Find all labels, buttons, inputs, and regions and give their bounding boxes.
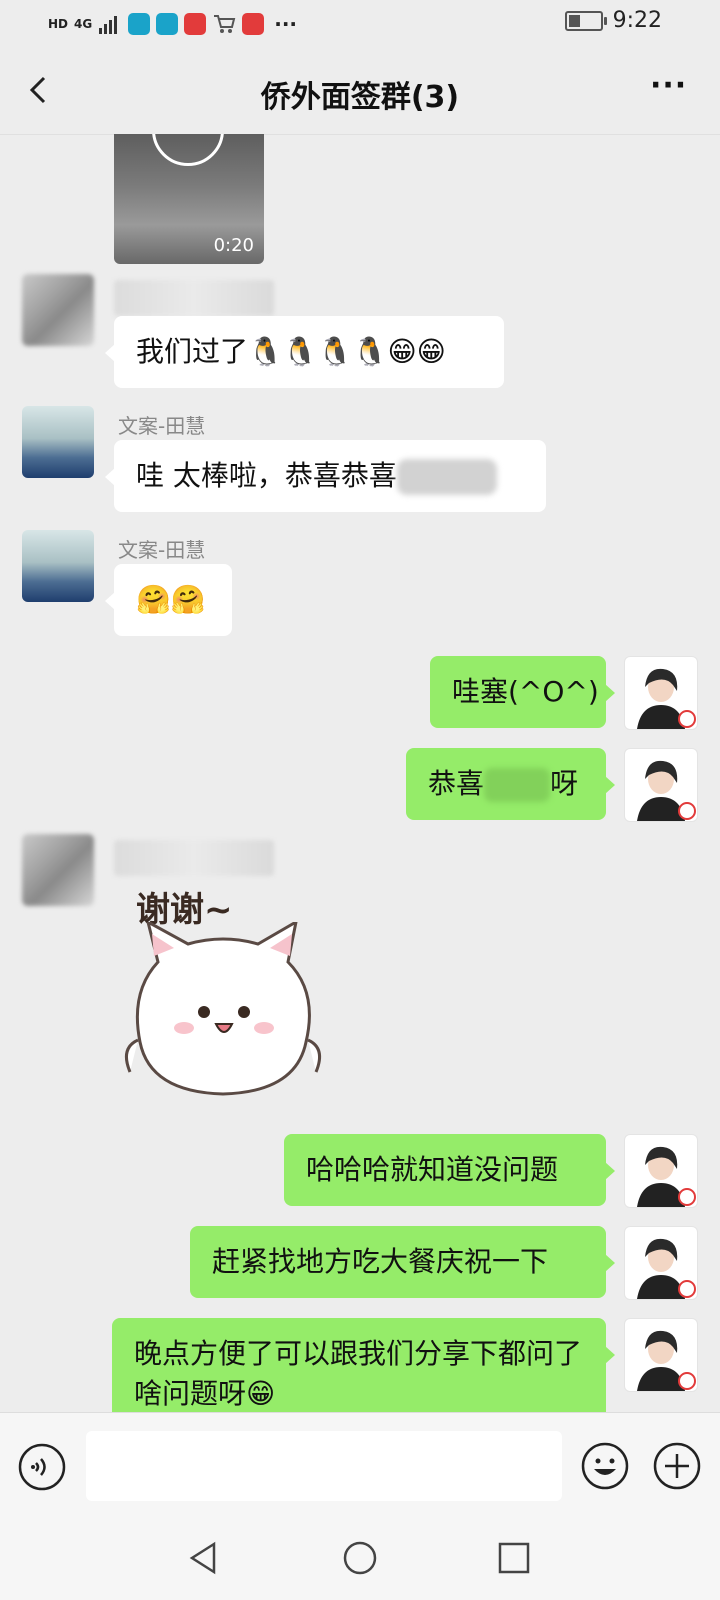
back-triangle-icon[interactable]	[184, 1538, 224, 1578]
avatar[interactable]	[624, 1226, 698, 1300]
avatar[interactable]	[624, 1134, 698, 1208]
message-text: 晚点方便了可以跟我们分享下都问了啥问题呀😁	[134, 1337, 583, 1410]
sender-name: 文案-田慧	[118, 414, 206, 438]
video-message[interactable]: 0:20	[114, 134, 264, 264]
message-bubble[interactable]: 恭喜 呀	[406, 748, 615, 820]
self-avatar-icon	[637, 760, 696, 821]
recent-square-icon[interactable]	[494, 1538, 534, 1578]
sender-name: 文案-田慧	[118, 538, 206, 562]
chat-header: 侨外面签群(3) ···	[0, 48, 720, 135]
input-bar	[0, 1412, 720, 1519]
battery-fill	[568, 14, 580, 27]
network-label: 4G	[74, 17, 93, 31]
video-duration: 0:20	[213, 235, 254, 256]
status-left: HD 4G ···	[48, 10, 297, 38]
status-time: 9:22	[612, 8, 662, 33]
hd-label: HD	[48, 17, 69, 31]
home-circle-icon[interactable]	[340, 1538, 380, 1578]
chat-title: 侨外面签群(3)	[260, 80, 460, 115]
status-bar: HD 4G ··· 9:22	[0, 0, 720, 48]
message-bubble[interactable]: 赶紧找地方吃大餐庆祝一下	[190, 1226, 615, 1298]
message-text-end: 呀	[550, 767, 579, 800]
plus-icon[interactable]	[652, 1441, 702, 1491]
message-bubble[interactable]: 🤗🤗	[105, 564, 232, 636]
check-app-icon	[156, 13, 179, 35]
cat-icon	[124, 922, 322, 1096]
message-text-start: 恭喜	[428, 767, 485, 800]
message-bubble[interactable]: 哇 太棒啦，恭喜恭喜	[105, 440, 546, 512]
message-bubble[interactable]: 哇塞(^O^)	[430, 656, 615, 728]
sender-name-blurred	[114, 280, 274, 316]
avatar[interactable]	[22, 406, 94, 478]
self-avatar-icon	[637, 1146, 696, 1207]
message-bubble[interactable]: 我们过了🐧🐧🐧🐧😁😁	[105, 316, 504, 388]
system-navigation	[0, 1518, 720, 1600]
self-avatar-icon	[637, 1330, 696, 1391]
message-text: 哇塞(^O^)	[452, 675, 599, 708]
message-text: 我们过了🐧🐧🐧🐧😁😁	[136, 335, 446, 368]
blurred-text	[396, 459, 497, 495]
check-app-icon	[128, 13, 151, 35]
sender-name-blurred	[114, 840, 274, 876]
status-right: 9:22	[564, 8, 662, 33]
avatar[interactable]	[624, 748, 698, 822]
message-text: 哈哈哈就知道没问题	[306, 1153, 559, 1186]
message-text: 🤗🤗	[136, 583, 206, 616]
message-list[interactable]: 0:20 我们过了🐧🐧🐧🐧😁😁 文案-田慧 哇 太棒啦，恭喜恭喜 文案-田慧 🤗…	[0, 134, 720, 1412]
play-icon[interactable]	[152, 134, 224, 166]
message-text: 赶紧找地方吃大餐庆祝一下	[212, 1245, 549, 1278]
avatar[interactable]	[624, 1318, 698, 1392]
battery-icon	[564, 10, 607, 31]
avatar[interactable]	[22, 834, 94, 906]
emoji-icon[interactable]	[580, 1441, 630, 1491]
message-text: 哇 太棒啦，恭喜恭喜	[136, 459, 397, 492]
signal-icon	[99, 16, 118, 34]
cart-app-icon	[214, 15, 236, 33]
cat-sticker[interactable]: 谢谢~	[118, 872, 328, 1112]
book-app-icon	[242, 13, 265, 35]
voice-icon[interactable]	[18, 1443, 66, 1491]
self-avatar-icon	[637, 668, 696, 729]
more-options-button[interactable]: ···	[650, 71, 690, 106]
avatar[interactable]	[22, 530, 94, 602]
avatar[interactable]	[624, 656, 698, 730]
blurred-text	[484, 768, 551, 802]
self-avatar-icon	[637, 1238, 696, 1299]
mic-app-icon	[184, 13, 207, 35]
message-bubble[interactable]: 晚点方便了可以跟我们分享下都问了啥问题呀😁	[112, 1318, 615, 1412]
status-overflow: ···	[274, 12, 298, 36]
message-bubble[interactable]: 哈哈哈就知道没问题	[284, 1134, 615, 1206]
avatar[interactable]	[22, 274, 94, 346]
message-input[interactable]	[86, 1431, 562, 1501]
